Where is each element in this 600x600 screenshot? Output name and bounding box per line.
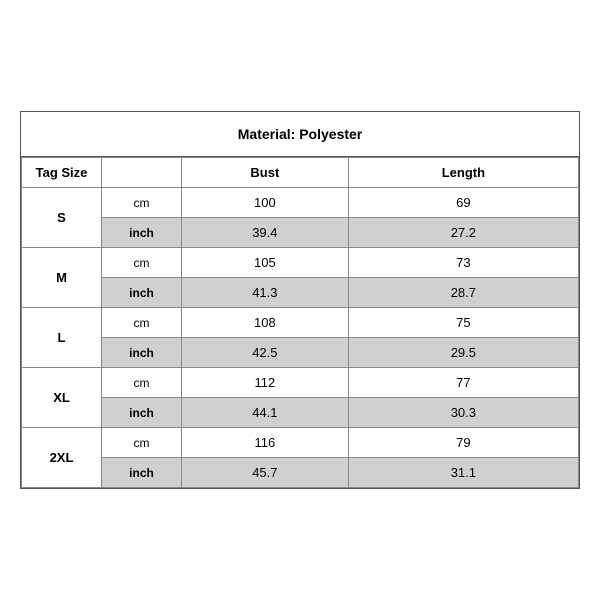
header-length: Length xyxy=(348,158,578,188)
bust-inch: 41.3 xyxy=(182,278,349,308)
unit-cm: cm xyxy=(102,248,182,278)
unit-inch: inch xyxy=(102,278,182,308)
unit-inch: inch xyxy=(102,458,182,488)
length-inch: 29.5 xyxy=(348,338,578,368)
chart-title: Material: Polyester xyxy=(21,112,579,157)
unit-inch: inch xyxy=(102,338,182,368)
header-bust: Bust xyxy=(182,158,349,188)
unit-cm: cm xyxy=(102,428,182,458)
length-inch: 28.7 xyxy=(348,278,578,308)
length-inch: 31.1 xyxy=(348,458,578,488)
bust-cm: 100 xyxy=(182,188,349,218)
length-cm: 75 xyxy=(348,308,578,338)
unit-cm: cm xyxy=(102,188,182,218)
length-cm: 79 xyxy=(348,428,578,458)
tag-size-cell: M xyxy=(22,248,102,308)
tag-size-cell: XL xyxy=(22,368,102,428)
unit-cm: cm xyxy=(102,308,182,338)
bust-inch: 42.5 xyxy=(182,338,349,368)
header-tag-size: Tag Size xyxy=(22,158,102,188)
bust-inch: 45.7 xyxy=(182,458,349,488)
tag-size-cell: S xyxy=(22,188,102,248)
bust-cm: 112 xyxy=(182,368,349,398)
bust-cm: 116 xyxy=(182,428,349,458)
size-chart: Material: Polyester Tag Size Bust Length… xyxy=(20,111,580,489)
header-unit xyxy=(102,158,182,188)
bust-cm: 105 xyxy=(182,248,349,278)
bust-inch: 44.1 xyxy=(182,398,349,428)
bust-inch: 39.4 xyxy=(182,218,349,248)
length-cm: 73 xyxy=(348,248,578,278)
unit-inch: inch xyxy=(102,218,182,248)
tag-size-cell: L xyxy=(22,308,102,368)
bust-cm: 108 xyxy=(182,308,349,338)
unit-cm: cm xyxy=(102,368,182,398)
length-cm: 69 xyxy=(348,188,578,218)
tag-size-cell: 2XL xyxy=(22,428,102,488)
length-inch: 30.3 xyxy=(348,398,578,428)
length-cm: 77 xyxy=(348,368,578,398)
length-inch: 27.2 xyxy=(348,218,578,248)
unit-inch: inch xyxy=(102,398,182,428)
